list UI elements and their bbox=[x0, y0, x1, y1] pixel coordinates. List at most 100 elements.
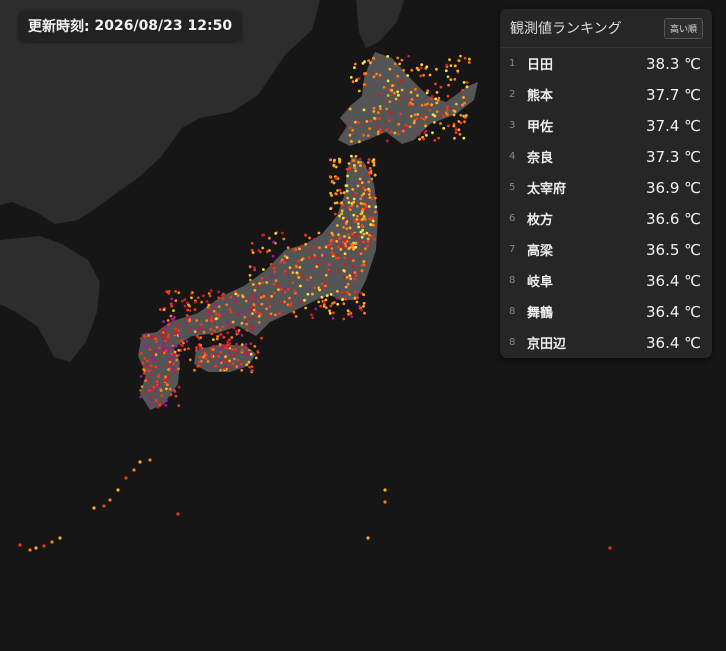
station-marker bbox=[340, 201, 344, 205]
ranking-row[interactable]: 8 舞鶴 36.4 ℃ bbox=[500, 296, 712, 327]
station-marker bbox=[285, 272, 289, 275]
station-marker bbox=[459, 121, 463, 125]
station-marker bbox=[331, 316, 335, 320]
station-marker bbox=[453, 110, 457, 113]
station-marker bbox=[176, 323, 180, 327]
station-marker bbox=[143, 343, 146, 346]
station-marker bbox=[148, 348, 152, 351]
station-marker bbox=[222, 335, 226, 339]
ranking-row[interactable]: 3 甲佐 37.4 ℃ bbox=[500, 110, 712, 141]
station-marker bbox=[351, 274, 355, 278]
station-marker bbox=[337, 270, 341, 273]
station-marker bbox=[410, 68, 414, 72]
ranking-row[interactable]: 4 奈良 37.3 ℃ bbox=[500, 141, 712, 172]
ranking-row[interactable]: 6 枚方 36.6 ℃ bbox=[500, 203, 712, 234]
station-marker bbox=[170, 352, 174, 356]
station-marker bbox=[388, 119, 391, 123]
station-marker bbox=[183, 304, 187, 308]
station-marker bbox=[353, 290, 357, 294]
ranking-row[interactable]: 7 高梁 36.5 ℃ bbox=[500, 234, 712, 265]
update-time-value: 2026/08/23 12:50 bbox=[94, 18, 233, 34]
station-marker bbox=[219, 350, 223, 354]
station-marker bbox=[158, 403, 162, 407]
ranking-row[interactable]: 8 京田辺 36.4 ℃ bbox=[500, 327, 712, 358]
station-marker bbox=[425, 65, 429, 69]
station-marker bbox=[240, 349, 244, 352]
station-marker bbox=[265, 281, 269, 284]
ranking-row[interactable]: 8 岐阜 36.4 ℃ bbox=[500, 265, 712, 296]
station-marker bbox=[468, 57, 471, 61]
ranking-row[interactable]: 5 太宰府 36.9 ℃ bbox=[500, 172, 712, 203]
station-marker bbox=[362, 304, 365, 308]
station-marker bbox=[248, 365, 252, 369]
station-marker bbox=[231, 362, 235, 366]
station-marker bbox=[236, 294, 240, 297]
station-marker bbox=[350, 140, 353, 143]
station-marker bbox=[386, 79, 390, 83]
station-marker bbox=[434, 97, 438, 101]
station-marker bbox=[217, 290, 221, 294]
update-time-badge: 更新時刻: 2026/08/23 12:50 bbox=[19, 11, 242, 41]
sort-order-button[interactable]: 高い順 bbox=[663, 17, 703, 39]
station-marker bbox=[390, 88, 394, 92]
station-marker bbox=[457, 128, 461, 132]
station-marker bbox=[213, 352, 217, 356]
station-marker bbox=[245, 329, 249, 332]
station-marker bbox=[249, 352, 253, 356]
station-marker bbox=[168, 387, 172, 391]
station-marker bbox=[235, 312, 239, 316]
station-marker bbox=[355, 300, 359, 304]
station-marker bbox=[163, 329, 167, 333]
station-marker bbox=[368, 189, 372, 193]
station-marker bbox=[367, 158, 371, 161]
station-marker bbox=[359, 160, 362, 164]
station-marker bbox=[177, 385, 181, 389]
station-marker bbox=[295, 265, 298, 269]
station-marker bbox=[348, 133, 352, 137]
station-marker bbox=[367, 172, 371, 176]
station-marker bbox=[348, 293, 351, 296]
station-marker bbox=[156, 405, 160, 409]
station-marker bbox=[331, 252, 335, 256]
station-marker bbox=[400, 58, 404, 62]
station-marker bbox=[262, 268, 265, 271]
station-marker bbox=[459, 54, 462, 58]
station-marker bbox=[195, 346, 198, 349]
station-marker bbox=[351, 159, 355, 162]
rank-number: 8 bbox=[509, 306, 516, 317]
station-marker bbox=[238, 365, 242, 368]
station-marker bbox=[200, 300, 204, 304]
station-marker bbox=[249, 342, 253, 346]
station-marker bbox=[217, 305, 221, 308]
station-marker bbox=[235, 329, 239, 333]
station-marker bbox=[176, 512, 180, 516]
station-marker bbox=[286, 246, 290, 250]
station-marker bbox=[351, 243, 355, 247]
station-marker bbox=[379, 130, 382, 134]
station-marker bbox=[212, 344, 216, 348]
station-marker bbox=[436, 98, 440, 102]
station-marker bbox=[409, 90, 413, 94]
station-marker bbox=[439, 122, 442, 125]
station-marker bbox=[351, 80, 355, 84]
station-marker bbox=[202, 355, 205, 359]
station-marker bbox=[177, 291, 181, 295]
station-marker bbox=[359, 202, 363, 205]
station-marker bbox=[366, 244, 370, 248]
station-marker bbox=[342, 226, 345, 229]
station-marker bbox=[313, 286, 317, 290]
station-marker bbox=[154, 365, 158, 369]
station-marker bbox=[178, 334, 182, 337]
station-marker bbox=[249, 324, 253, 328]
station-name: 京田辺 bbox=[527, 337, 567, 352]
station-marker bbox=[352, 247, 355, 251]
station-name: 枚方 bbox=[527, 213, 554, 228]
station-marker bbox=[217, 354, 221, 358]
station-marker bbox=[217, 296, 221, 300]
station-marker bbox=[398, 62, 401, 66]
station-marker bbox=[449, 64, 453, 67]
station-marker bbox=[253, 266, 256, 269]
ranking-row[interactable]: 2 熊本 37.7 ℃ bbox=[500, 79, 712, 110]
ranking-row[interactable]: 1 日田 38.3 ℃ bbox=[500, 48, 712, 79]
station-marker bbox=[169, 314, 173, 318]
